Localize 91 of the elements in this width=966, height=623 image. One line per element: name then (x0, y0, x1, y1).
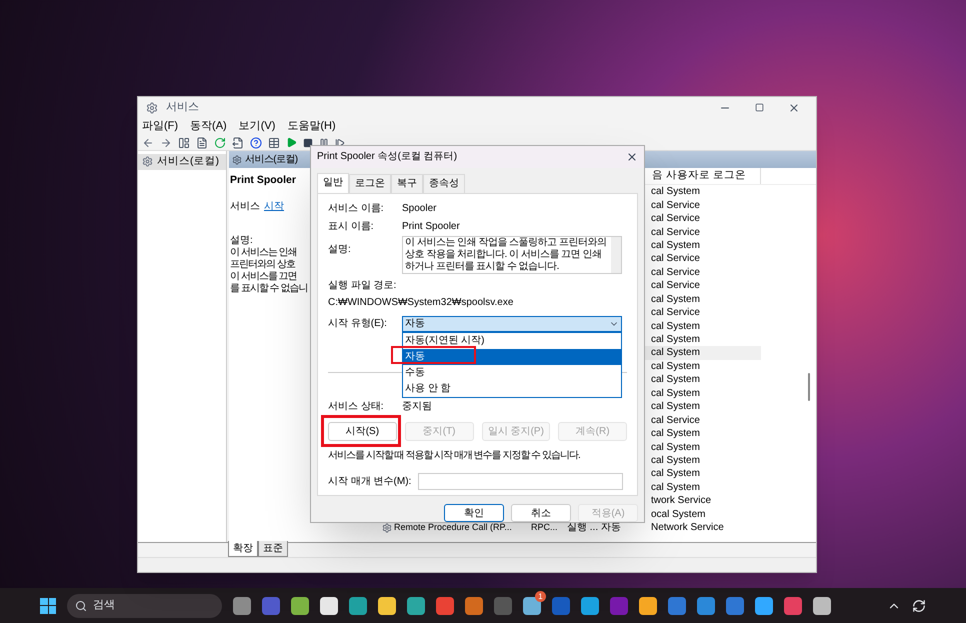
app-icon[interactable] (813, 596, 831, 614)
field-label: 시작 매개 변수(M): (328, 474, 412, 489)
table-cell: 자동 (601, 522, 621, 534)
dialog-button[interactable]: 취소 (511, 504, 571, 522)
scrollbar-thumb[interactable] (808, 373, 810, 401)
menu-item[interactable]: 도움말(H) (287, 118, 336, 135)
close-icon[interactable] (626, 150, 638, 163)
panel-icon[interactable] (178, 136, 190, 148)
menu-item[interactable]: 동작(A) (190, 118, 227, 135)
service-control-button[interactable]: 시작(S) (328, 422, 397, 441)
notification-badge: 1 (535, 590, 546, 602)
dropdown-option[interactable]: 수동 (403, 364, 621, 381)
input-field[interactable] (418, 472, 623, 490)
table-cell-text: twork Service (651, 494, 712, 508)
panel-title: 서비스(로컬) (245, 153, 298, 167)
table-cell-text: cal System (651, 185, 700, 200)
refresh-icon[interactable] (214, 136, 226, 148)
app-icon[interactable] (581, 596, 599, 614)
table-cell-text: cal System (651, 373, 700, 388)
table-cell-text: cal Service (651, 306, 700, 320)
field-label: 실행 파일 경로: (328, 278, 396, 293)
export-icon[interactable] (232, 136, 244, 148)
description-line: 프린터와의 상호 (230, 259, 295, 270)
field-label: 설명: (328, 242, 352, 257)
search-field[interactable]: 검색 (67, 594, 222, 618)
dialog-button[interactable]: 확인 (444, 504, 504, 522)
gear-icon (142, 156, 153, 168)
field-label: 시작 유형(E): (328, 317, 388, 332)
app-icon[interactable] (407, 596, 425, 614)
dropdown-option[interactable]: 자동 (403, 348, 621, 365)
dialog-tab[interactable]: 복구 (391, 174, 423, 193)
service-action-text: 서비스 (230, 201, 260, 213)
document-icon[interactable] (196, 136, 208, 148)
startup-type-select[interactable]: 자동 (402, 316, 622, 332)
dialog-tab[interactable]: 일반 (317, 172, 349, 193)
scrollbar-track (611, 236, 621, 273)
table-cell: RPC... (531, 522, 558, 532)
table-cell-text: Network Service (651, 521, 724, 536)
gear-icon (232, 154, 242, 164)
dropdown-option[interactable]: 사용 안 함 (403, 380, 621, 397)
view-tab[interactable]: 표준 (258, 541, 288, 557)
table-cell: 실행 ... (567, 522, 598, 534)
column-header[interactable]: 음 사용자로 로그온 (651, 168, 761, 184)
description-text: 이 서비스는 인쇄 작업을 스풀링하고 프린터와의 상호 작용을 처리합니다. 이 서비스를 끄면 인쇄하거나 프린터를 표시할 수 없습니다. (404, 236, 608, 273)
start-icon[interactable] (40, 598, 56, 614)
dropdown-option[interactable]: 자동(지연된 시작) (403, 332, 621, 349)
sync-icon[interactable] (912, 598, 926, 612)
menu-item[interactable]: 보기(V) (238, 118, 276, 135)
gear-icon (382, 522, 392, 533)
table-cell-text: cal Service (651, 414, 700, 428)
dialog-tab[interactable]: 로그온 (349, 174, 391, 193)
table-cell-text: cal System (651, 440, 700, 455)
app-icon[interactable] (291, 596, 309, 614)
app-icon[interactable] (639, 596, 657, 614)
table-cell-text: Remote Procedure Call (RP... (394, 520, 512, 534)
table-cell-text: cal System (651, 346, 700, 360)
app-icon[interactable] (755, 596, 773, 614)
window-title: 서비스 (166, 100, 199, 116)
close-icon[interactable] (788, 102, 800, 114)
path-text: C:₩WINDOWS₩System32₩spoolsv.exe (328, 296, 514, 310)
table-icon[interactable] (268, 136, 280, 148)
play-icon[interactable] (286, 137, 297, 148)
description-label: 설명: (230, 235, 253, 246)
field-label: 서비스 상태: (328, 400, 385, 414)
field-value: Spooler (402, 202, 436, 216)
start-link[interactable]: 시작 (264, 201, 284, 213)
gear-icon (146, 102, 158, 114)
table-cell-text: cal System (651, 467, 700, 482)
app-icon[interactable] (378, 596, 396, 614)
field-label: 표시 이름: (328, 220, 375, 234)
description-line: 를 표시할 수 없습니 (230, 283, 308, 294)
dialog-title: Print Spooler 속성(로컬 컴퓨터) (317, 150, 458, 164)
field-value: 중지됨 (402, 400, 432, 414)
field-label: 서비스 이름: (328, 202, 385, 216)
forward-icon[interactable] (160, 136, 172, 148)
search-icon (75, 600, 87, 612)
back-icon[interactable] (142, 136, 154, 148)
view-tab[interactable]: 확장 (228, 541, 258, 557)
maximize-icon[interactable] (755, 103, 764, 112)
help-icon[interactable] (250, 136, 262, 148)
description-line: 이 서비스를 끄면 (230, 271, 297, 282)
dialog-tab[interactable]: 종속성 (423, 174, 465, 193)
app-icon[interactable] (320, 596, 338, 614)
stop-icon[interactable] (303, 138, 313, 148)
field-value: Print Spooler (402, 220, 460, 234)
menu-item[interactable]: 파일(F) (142, 118, 178, 135)
service-row[interactable]: Remote Procedure Call (RP... RPC... 실행 ... 자동 Network Service (381, 520, 761, 534)
service-name: Print Spooler (230, 174, 296, 186)
tree-item[interactable]: 서비스(로컬) (138, 154, 226, 170)
hint-text: 서비스를 시작할 때 적용할 시작 매개 변수를 지정할 수 있습니다. (328, 448, 580, 463)
description-line: 이 서비스는 인쇄 (230, 247, 297, 258)
